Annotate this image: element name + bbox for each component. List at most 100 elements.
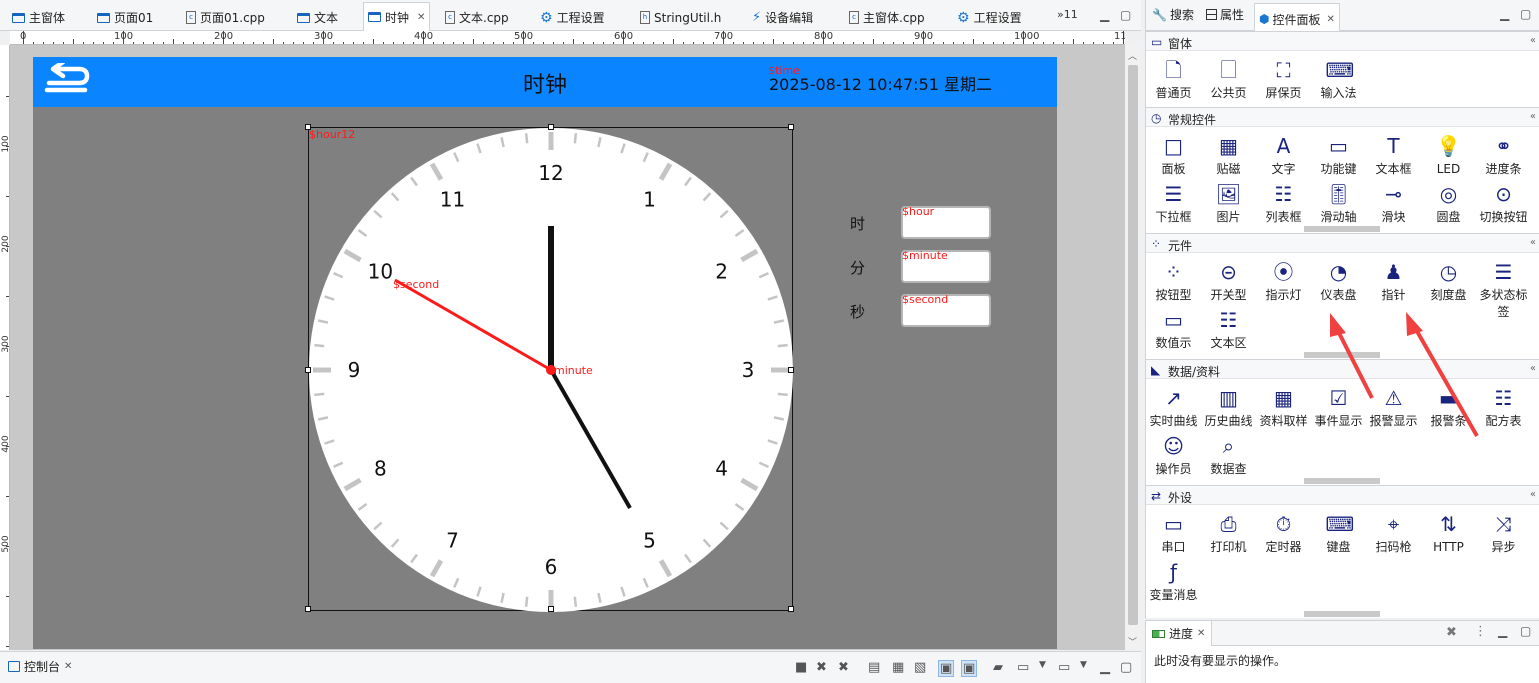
palette-item-data-7[interactable]: ☺ 操作员 bbox=[1146, 433, 1201, 478]
resize-handle-sw[interactable] bbox=[305, 606, 311, 612]
palette-item-element-4[interactable]: ♟ 指针 bbox=[1366, 259, 1421, 304]
editor-tab-2[interactable]: c 页面01.cpp bbox=[182, 4, 269, 31]
palette-item-peripheral-7[interactable]: ƒ 变量消息 bbox=[1146, 559, 1201, 604]
palette-item-element-6[interactable]: ☰ 多状态标签 bbox=[1476, 259, 1531, 321]
section-header[interactable]: ◷ 常规控件 « bbox=[1146, 107, 1539, 127]
palette-item-element-8[interactable]: ☷ 文本区 bbox=[1201, 307, 1256, 352]
palette-item-data-0[interactable]: ↗ 实时曲线 bbox=[1146, 385, 1201, 430]
palette-item-peripheral-2[interactable]: ⏱ 定时器 bbox=[1256, 511, 1311, 556]
editor-tab-8[interactable]: ⚡ 设备编辑 bbox=[748, 4, 817, 31]
palette-item-data-4[interactable]: ⚠ 报警显示 bbox=[1366, 385, 1421, 430]
minimize-icon[interactable]: ▁ bbox=[1500, 7, 1509, 21]
canvas-vertical-scrollbar[interactable]: ︿ ﹀ bbox=[1125, 45, 1141, 650]
editor-tab-0[interactable]: 主窗体 bbox=[8, 4, 69, 31]
remove-all-icon[interactable]: ✖ bbox=[1446, 625, 1457, 640]
palette-item-element-5[interactable]: ◷ 刻度盘 bbox=[1421, 259, 1476, 304]
editor-tab-5[interactable]: c 文本.cpp bbox=[441, 4, 513, 31]
palette-item-peripheral-0[interactable]: ▭ 串口 bbox=[1146, 511, 1201, 556]
chevron-down-icon[interactable]: ▼ bbox=[1080, 660, 1087, 670]
analog-clock-widget[interactable]: 12 1 2 3 4 5 6 7 8 9 10 11 $hour12 $second minute bbox=[305, 124, 794, 612]
maximize-icon[interactable]: ▢ bbox=[1520, 7, 1531, 21]
editor-tab-6[interactable]: ⚙ 工程设置 bbox=[536, 4, 609, 31]
chevron-down-icon[interactable]: ▼ bbox=[1039, 660, 1046, 670]
open-console-icon[interactable]: ▭ bbox=[1058, 660, 1070, 675]
maximize-icon[interactable]: ▢ bbox=[1120, 8, 1131, 22]
editor-tab-3[interactable]: 文本 bbox=[293, 4, 342, 31]
close-icon[interactable]: ✕ bbox=[1327, 14, 1335, 25]
palette-item-common-1[interactable]: ▦ 贴磁 bbox=[1201, 133, 1256, 178]
palette-item-data-8[interactable]: ⌕ 数据查 bbox=[1201, 433, 1256, 478]
resize-handle-ne[interactable] bbox=[788, 124, 794, 130]
remove-launch-icon[interactable]: ✖ bbox=[816, 660, 827, 675]
palette-item-peripheral-4[interactable]: ⌖ 扫码枪 bbox=[1366, 511, 1421, 556]
resize-handle-w[interactable] bbox=[305, 367, 311, 373]
section-header[interactable]: ⇄ 外设 « bbox=[1146, 485, 1539, 505]
word-wrap-icon[interactable]: ▧ bbox=[914, 660, 926, 675]
scrollbar-thumb[interactable] bbox=[1128, 65, 1138, 625]
palette-item-element-7[interactable]: ▭ 数值示 bbox=[1146, 307, 1201, 352]
palette-item-peripheral-3[interactable]: ⌨ 键盘 bbox=[1311, 511, 1366, 556]
console-tab[interactable]: 控制台 ✕ bbox=[8, 658, 72, 675]
palette-item-common-5[interactable]: 💡 LED bbox=[1421, 133, 1476, 178]
show-on-output-icon[interactable]: ▣ bbox=[938, 660, 955, 677]
collapse-icon[interactable]: « bbox=[1530, 111, 1536, 122]
palette-item-common-0[interactable]: □ 面板 bbox=[1146, 133, 1201, 178]
editor-tab-4[interactable]: 时钟 ✕ bbox=[363, 2, 431, 31]
palette-item-common-7[interactable]: ☰ 下拉框 bbox=[1146, 181, 1201, 226]
close-icon[interactable]: ✕ bbox=[417, 12, 425, 23]
palette-item-data-1[interactable]: ▥ 历史曲线 bbox=[1201, 385, 1256, 430]
palette-item-common-11[interactable]: ⊸ 滑块 bbox=[1366, 181, 1421, 226]
minimize-icon[interactable]: ▁ bbox=[1100, 8, 1109, 22]
section-scrollbar[interactable] bbox=[1304, 352, 1380, 358]
section-scrollbar[interactable] bbox=[1304, 226, 1380, 232]
display-console-icon[interactable]: ▭ bbox=[1017, 660, 1029, 675]
minimize-icon[interactable]: ▁ bbox=[1498, 624, 1507, 638]
palette-item-data-5[interactable]: ▬ 报警条 bbox=[1421, 385, 1476, 430]
editor-tab-10[interactable]: ⚙ 工程设置 bbox=[953, 4, 1026, 31]
scroll-up-icon[interactable]: ︿ bbox=[1128, 49, 1137, 62]
palette-item-common-6[interactable]: ⚭ 进度条 bbox=[1476, 133, 1531, 178]
palette-item-window-3[interactable]: ⌨ 输入法 bbox=[1311, 57, 1366, 102]
minimize-icon[interactable]: ▁ bbox=[1100, 660, 1110, 675]
section-header[interactable]: ◣ 数据/资料 « bbox=[1146, 359, 1539, 379]
resize-handle-e[interactable] bbox=[788, 367, 794, 373]
palette-item-element-2[interactable]: ⦿ 指示灯 bbox=[1256, 259, 1311, 304]
palette-item-element-1[interactable]: ⊝ 开关型 bbox=[1201, 259, 1256, 304]
editor-tab-9[interactable]: c 主窗体.cpp bbox=[845, 4, 929, 31]
palette-item-window-2[interactable]: ⛶ 屏保页 bbox=[1256, 57, 1311, 102]
view-menu-icon[interactable]: ⋮ bbox=[1474, 624, 1487, 639]
datetime-display[interactable]: 2025-08-12 10:47:51 星期二 bbox=[769, 71, 992, 95]
tab-control-palette[interactable]: ⬢ 控件面板 ✕ bbox=[1254, 3, 1340, 31]
editor-tab-1[interactable]: 页面01 bbox=[93, 4, 157, 31]
show-on-error-icon[interactable]: ▣ bbox=[961, 660, 978, 677]
remove-all-icon[interactable]: ✖ bbox=[838, 660, 849, 675]
collapse-icon[interactable]: « bbox=[1530, 489, 1536, 500]
tab-search[interactable]: 🔧 搜索 bbox=[1152, 6, 1194, 23]
palette-item-peripheral-5[interactable]: ⇅ HTTP bbox=[1421, 511, 1476, 556]
resize-handle-se[interactable] bbox=[788, 606, 794, 612]
maximize-icon[interactable]: ▢ bbox=[1120, 660, 1132, 675]
palette-item-peripheral-6[interactable]: ⤨ 异步 bbox=[1476, 511, 1531, 556]
palette-item-common-3[interactable]: ▭ 功能键 bbox=[1311, 133, 1366, 178]
clear-console-icon[interactable]: ▤ bbox=[868, 660, 880, 675]
palette-item-data-6[interactable]: ☷ 配方表 bbox=[1476, 385, 1531, 430]
design-canvas[interactable]: 时钟 $time 2025-08-12 10:47:51 星期二 12 1 2 3 4 5… bbox=[10, 45, 1125, 650]
clock-page[interactable]: 时钟 $time 2025-08-12 10:47:51 星期二 12 1 2 3 4 5… bbox=[33, 57, 1057, 649]
palette-item-common-9[interactable]: ☷ 列表框 bbox=[1256, 181, 1311, 226]
resize-handle-nw[interactable] bbox=[305, 124, 311, 130]
scroll-lock-icon[interactable]: ▦ bbox=[892, 660, 904, 675]
section-header[interactable]: ⁘ 元件 « bbox=[1146, 233, 1539, 253]
collapse-icon[interactable]: « bbox=[1530, 363, 1536, 374]
collapse-icon[interactable]: « bbox=[1530, 237, 1536, 248]
close-icon[interactable]: ✕ bbox=[1197, 628, 1205, 639]
scroll-down-icon[interactable]: ﹀ bbox=[1128, 635, 1137, 648]
section-scrollbar[interactable] bbox=[1304, 478, 1380, 484]
pin-console-icon[interactable]: ▰ bbox=[993, 660, 1003, 675]
palette-item-element-3[interactable]: ◔ 仪表盘 bbox=[1311, 259, 1366, 304]
close-icon[interactable]: ✕ bbox=[64, 661, 72, 672]
collapse-icon[interactable]: « bbox=[1530, 35, 1536, 46]
palette-item-window-0[interactable]: 🗋 普通页 bbox=[1146, 57, 1201, 102]
tab-overflow-indicator[interactable]: »11 bbox=[1057, 8, 1078, 21]
section-scrollbar[interactable] bbox=[1304, 611, 1380, 617]
resize-handle-n[interactable] bbox=[548, 124, 554, 130]
